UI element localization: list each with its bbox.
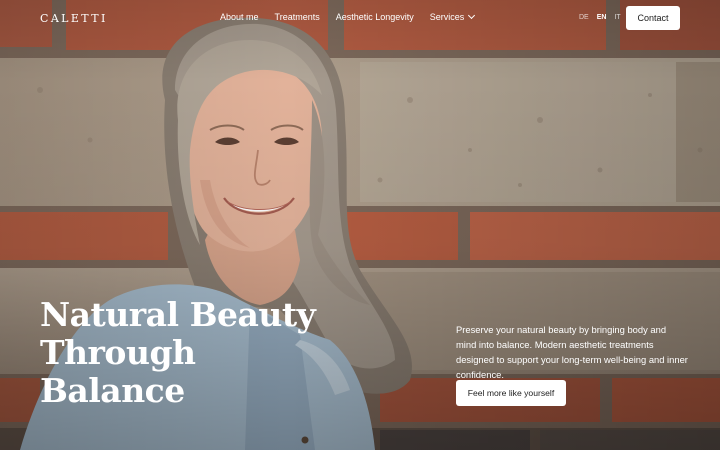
hero-headline-line: Natural Beauty <box>40 295 316 334</box>
hero-section: CALETTI About me Treatments Aesthetic Lo… <box>0 0 720 450</box>
language-switcher: DE EN IT <box>579 14 629 21</box>
language-it[interactable]: IT <box>614 14 620 21</box>
nav-item-label: Services <box>429 12 465 22</box>
nav-item-label: Aesthetic Longevity <box>335 12 414 22</box>
hero-headline-line: Through <box>40 333 196 372</box>
nav-item-treatments[interactable]: Treatments <box>275 12 320 22</box>
hero-headline: Natural Beauty Through Balance <box>40 296 320 410</box>
hero-description: Preserve your natural beauty by bringing… <box>456 324 688 380</box>
brand-logo[interactable]: CALETTI <box>40 12 108 25</box>
nav-item-label: Treatments <box>274 12 320 22</box>
main-navigation: About me Treatments Aesthetic Longevity … <box>220 11 490 22</box>
nav-item-label: About me <box>220 12 259 22</box>
language-en[interactable]: EN <box>597 14 607 21</box>
chevron-down-icon <box>468 11 476 20</box>
nav-item-aesthetic-longevity[interactable]: Aesthetic Longevity <box>336 12 414 22</box>
contact-button[interactable]: Contact <box>626 6 680 30</box>
nav-item-services[interactable]: Services <box>429 11 476 22</box>
nav-item-about-me[interactable]: About me <box>220 12 259 22</box>
hero-headline-line: Balance <box>40 371 185 410</box>
cta-button[interactable]: Feel more like yourself <box>456 380 566 406</box>
language-de[interactable]: DE <box>579 14 589 21</box>
